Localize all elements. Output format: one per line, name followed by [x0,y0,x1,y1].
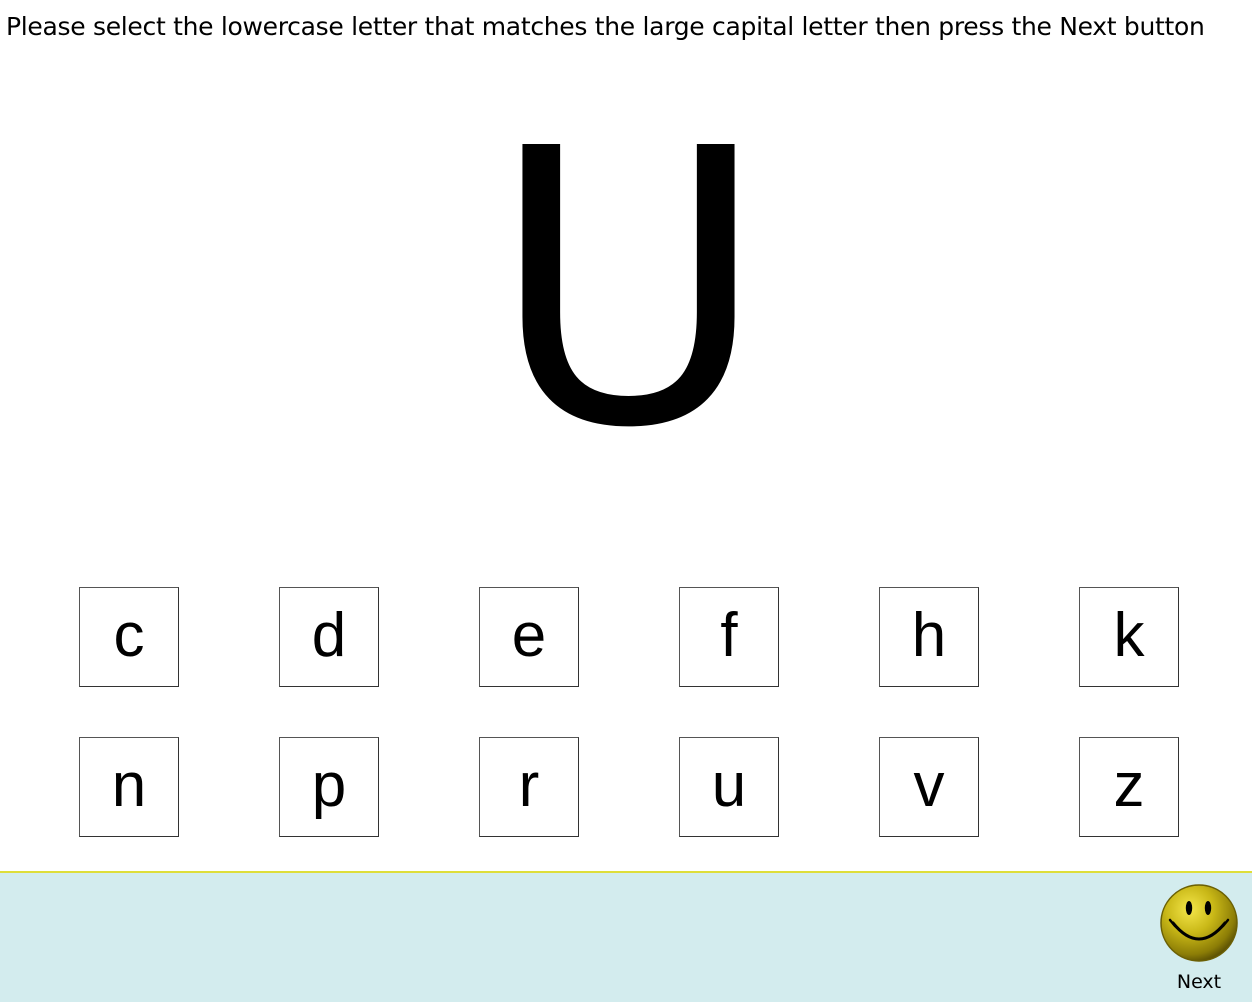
letter-choice-f[interactable]: f [679,587,779,687]
letter-choice-u[interactable]: u [679,737,779,837]
target-capital-letter: U [489,68,768,511]
letter-choice-label: u [711,751,747,820]
letter-choice-label: k [1113,601,1145,670]
footer-bar [0,871,1252,1002]
letter-choice-e[interactable]: e [479,587,579,687]
letter-choice-k[interactable]: k [1079,587,1179,687]
letter-choice-label: r [518,751,540,820]
next-button[interactable]: Next [1158,883,1240,993]
letter-choice-n[interactable]: n [79,737,179,837]
letter-choice-label: f [720,601,738,670]
letter-choices-grid: c d e f h k n p r u v z [79,587,1179,837]
letter-choice-v[interactable]: v [879,737,979,837]
letter-choice-label: c [113,601,145,670]
letter-choice-c[interactable]: c [79,587,179,687]
letter-choice-label: z [1113,751,1145,820]
letter-choice-p[interactable]: p [279,737,379,837]
instruction-text: Please select the lowercase letter that … [6,12,1205,41]
letter-choice-label: p [311,751,347,820]
smiley-face-icon [1160,884,1238,962]
next-button-label: Next [1176,971,1222,993]
letter-choice-z[interactable]: z [1079,737,1179,837]
letter-choice-label: h [911,601,947,670]
letter-choice-label: e [511,601,547,670]
letter-choice-r[interactable]: r [479,737,579,837]
letter-choice-label: d [311,601,347,670]
letter-choice-h[interactable]: h [879,587,979,687]
letter-choice-d[interactable]: d [279,587,379,687]
letter-choice-label: n [111,751,147,820]
letter-choice-label: v [913,751,945,820]
